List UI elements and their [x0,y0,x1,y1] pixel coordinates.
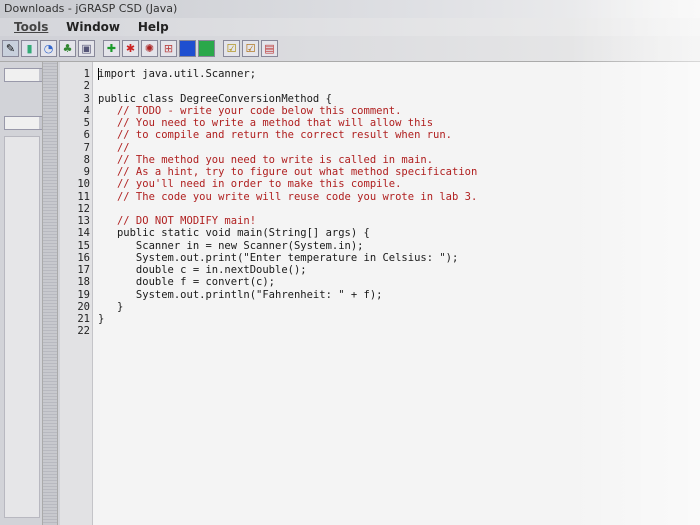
line-number: 11 [77,190,90,203]
pane-splitter[interactable] [42,62,58,525]
code-line[interactable]: 19 System.out.println("Fahrenheit: " + f… [60,289,700,301]
line-number: 19 [77,288,90,301]
line-number: 18 [77,276,90,289]
code-line[interactable]: 12 [60,203,700,215]
code-comment[interactable]: // The method you need to write is calle… [98,154,433,166]
toolbar: ✎ ▮ ◔ ♣ ▣ ✚ ✱ ✺ ⊞ ☑ ☑ ▤ [0,36,700,62]
code-line[interactable]: 3 public class DegreeConversionMethod { [60,93,700,105]
line-number: 1 [83,68,90,80]
code-line[interactable]: 6 // to compile and return the correct r… [60,129,700,141]
code-text[interactable]: System.out.println("Fahrenheit: " + f); [98,289,383,301]
window-title-bar: Downloads - jGRASP CSD (Java) [0,0,700,18]
code-lines[interactable]: 1 import java.util.Scanner; 2 3 public class… [60,68,700,338]
menu-bar: Tools Window Help [0,18,700,36]
code-line[interactable]: 11 // The code you write will reuse code… [60,191,700,203]
code-text[interactable]: } [98,301,123,313]
line-number: 13 [77,215,90,227]
line-number: 6 [83,129,90,142]
code-text[interactable]: double f = convert(c); [98,276,275,288]
code-comment[interactable]: // [98,142,130,154]
code-comment[interactable]: // to compile and return the correct res… [98,129,452,141]
code-line[interactable]: 17 double c = in.nextDouble(); [60,264,700,276]
pencil-icon[interactable]: ✎ [2,40,19,57]
code-text[interactable]: } [98,313,104,325]
code-line[interactable]: 7 // [60,142,700,154]
code-editor[interactable]: 1 import java.util.Scanner; 2 3 public class… [60,62,700,525]
blue-square-icon[interactable] [179,40,196,57]
check-box-icon[interactable]: ☑ [223,40,240,57]
line-number: 22 [77,325,90,338]
line-number: 20 [77,300,90,313]
code-comment[interactable]: // TODO - write your code below this com… [98,105,401,117]
line-number: 8 [83,153,90,166]
code-line[interactable]: 13 // DO NOT MODIFY main! [60,215,700,227]
code-text[interactable]: Scanner in = new Scanner(System.in); [98,240,364,252]
code-text[interactable]: import java.util.Scanner; [98,68,256,80]
code-line[interactable]: 22 [60,325,700,337]
line-number: 3 [83,92,90,105]
text-cursor [98,68,99,80]
code-line[interactable]: 1 import java.util.Scanner; [60,68,700,80]
red-figure-icon[interactable]: ✱ [122,40,139,57]
code-comment[interactable]: // you'll need in order to make this com… [98,178,401,190]
code-line[interactable]: 5 // You need to write a method that wil… [60,117,700,129]
green-square-icon[interactable] [198,40,215,57]
line-number: 16 [77,251,90,264]
book-icon[interactable]: ▣ [78,40,95,57]
code-line[interactable]: 9 // As a hint, try to figure out what m… [60,166,700,178]
line-number: 15 [77,239,90,252]
code-line[interactable]: 21} [60,313,700,325]
line-number: 7 [83,141,90,154]
code-line[interactable]: 8 // The method you need to write is cal… [60,154,700,166]
code-line[interactable]: 18 double f = convert(c); [60,276,700,288]
code-comment[interactable]: // You need to write a method that will … [98,117,433,129]
bug-icon[interactable]: ✺ [141,40,158,57]
menu-tools[interactable]: Tools [14,20,48,34]
file-list[interactable] [4,136,40,518]
window-title: Downloads - jGRASP CSD (Java) [4,2,178,15]
grid-icon[interactable]: ⊞ [160,40,177,57]
line-number: 4 [83,104,90,117]
code-comment[interactable]: // The code you write will reuse code yo… [98,191,477,203]
code-text[interactable]: public static void main(String[] args) { [98,227,370,239]
code-line[interactable]: 2 [60,80,700,92]
chart-icon[interactable]: ▮ [21,40,38,57]
code-text[interactable]: System.out.print("Enter temperature in C… [98,252,458,264]
line-number: 9 [83,166,90,178]
gauge-icon[interactable]: ◔ [40,40,57,57]
code-line[interactable]: 10 // you'll need in order to make this … [60,178,700,190]
line-number: 21 [77,313,90,325]
tree-icon[interactable]: ♣ [59,40,76,57]
check-box-2-icon[interactable]: ☑ [242,40,259,57]
code-comment[interactable]: // DO NOT MODIFY main! [98,215,256,227]
code-line[interactable]: 15 Scanner in = new Scanner(System.in); [60,240,700,252]
code-line[interactable]: 20 } [60,301,700,313]
line-number: 2 [83,80,90,93]
line-number: 17 [77,264,90,276]
code-text[interactable]: public class DegreeConversionMethod { [98,93,332,105]
document-icon[interactable]: ▤ [261,40,278,57]
line-number: 5 [83,117,90,129]
line-number: 14 [77,227,90,240]
code-line[interactable]: 16 System.out.print("Enter temperature i… [60,252,700,264]
menu-help[interactable]: Help [138,20,169,34]
code-comment[interactable]: // As a hint, try to figure out what met… [98,166,477,178]
menu-window[interactable]: Window [66,20,120,34]
line-number: 12 [77,202,90,215]
code-line[interactable]: 14 public static void main(String[] args… [60,227,700,239]
line-number: 10 [77,178,90,191]
code-text[interactable]: double c = in.nextDouble(); [98,264,307,276]
green-plus-icon[interactable]: ✚ [103,40,120,57]
code-line[interactable]: 4 // TODO - write your code below this c… [60,105,700,117]
